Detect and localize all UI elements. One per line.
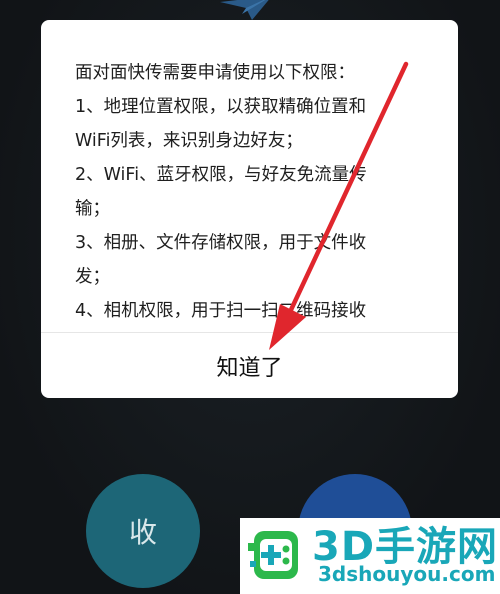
dialog-line: 2、WiFi、蓝牙权限，与好友免流量传: [75, 165, 367, 185]
screen: 面对面快传需要申请使用以下权限： 1、地理位置权限，以获取精确位置和 WiFi列…: [0, 0, 500, 594]
receive-button[interactable]: 收: [86, 474, 200, 588]
dialog-line: WiFi列表，来识别身边好友；: [75, 131, 303, 151]
permission-dialog: 面对面快传需要申请使用以下权限： 1、地理位置权限，以获取精确位置和 WiFi列…: [41, 20, 458, 398]
permission-text: 面对面快传需要申请使用以下权限： 1、地理位置权限，以获取精确位置和 WiFi列…: [75, 56, 425, 328]
watermark-url: 3dshouyou.com: [318, 562, 496, 586]
dialog-line: 3、相册、文件存储权限，用于文件收: [75, 233, 367, 253]
ok-button[interactable]: 知道了: [41, 333, 458, 398]
dialog-line: 输；: [75, 199, 110, 219]
dialog-line: 1、地理位置权限，以获取精确位置和: [75, 97, 367, 117]
dialog-body: 面对面快传需要申请使用以下权限： 1、地理位置权限，以获取精确位置和 WiFi列…: [41, 20, 458, 332]
dialog-line: 4、相机权限，用于扫一扫二维码接收: [75, 301, 367, 321]
gamepad-logo-icon: [248, 531, 298, 579]
watermark: 3D手游网 3dshouyou.com: [240, 518, 500, 594]
receive-label: 收: [128, 516, 157, 549]
paper-plane-icon: [220, 0, 269, 20]
dialog-line: 发；: [75, 267, 110, 287]
dialog-line: 面对面快传需要申请使用以下权限：: [75, 63, 355, 83]
